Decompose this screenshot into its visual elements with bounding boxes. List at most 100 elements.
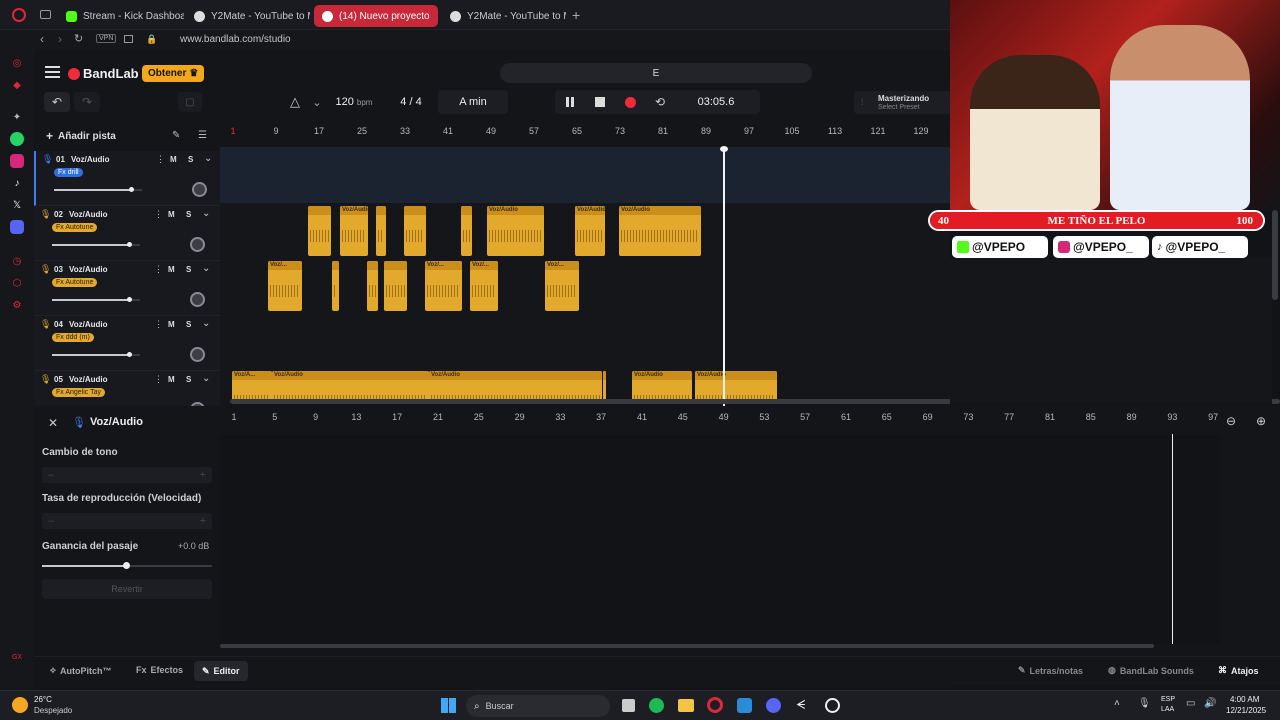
- chevron-down-icon[interactable]: ⌄: [204, 153, 212, 164]
- reload-icon[interactable]: ↻: [74, 32, 83, 45]
- time-signature-field[interactable]: 4 / 4: [384, 96, 438, 108]
- close-icon[interactable]: ✕: [48, 416, 58, 430]
- track-name[interactable]: Voz/Audio: [69, 210, 108, 219]
- mixer-icon[interactable]: ☰: [198, 130, 207, 141]
- track-fx-badge[interactable]: Fx Angelic Tay: [52, 388, 106, 397]
- metronome-icon[interactable]: △: [280, 90, 310, 114]
- obs-icon[interactable]: [825, 698, 840, 713]
- audio-clip[interactable]: [332, 261, 339, 311]
- gain-slider-thumb[interactable]: [123, 562, 130, 569]
- solo-button[interactable]: S: [186, 375, 191, 384]
- pause-button[interactable]: [555, 90, 585, 114]
- plus-icon[interactable]: +: [200, 469, 206, 481]
- weather-icon[interactable]: [12, 697, 28, 713]
- mute-button[interactable]: M: [168, 320, 175, 329]
- project-title-field[interactable]: E: [500, 63, 812, 83]
- menu-icon[interactable]: [45, 66, 60, 78]
- track-header[interactable]: 🎙 01 Voz/Audio Fx drill ⋮ M S ⌄: [34, 151, 220, 206]
- solo-button[interactable]: S: [188, 155, 193, 164]
- volume-slider-thumb[interactable]: [127, 242, 133, 247]
- chevron-down-icon[interactable]: ⌄: [202, 208, 210, 219]
- network-icon[interactable]: ▭: [1186, 698, 1195, 709]
- bandlab-logo[interactable]: BandLab: [68, 66, 139, 81]
- track-name[interactable]: Voz/Audio: [71, 155, 110, 164]
- zoom-in-icon[interactable]: ⊕: [1256, 414, 1266, 428]
- audio-clip[interactable]: [461, 206, 472, 256]
- minus-icon[interactable]: –: [48, 469, 54, 481]
- volume-icon[interactable]: 🔊: [1204, 698, 1216, 709]
- tray-chevron-icon[interactable]: ˄: [1114, 698, 1120, 709]
- editor-tab[interactable]: ✎ Editor: [194, 661, 248, 681]
- editor-ruler[interactable]: 1 5 9 13 17 21 25 29 33 37 41 45 49 53 57 61 65 69 73 77 81 8…: [220, 410, 1220, 430]
- pan-knob[interactable]: [190, 237, 205, 252]
- volume-slider-thumb[interactable]: [127, 297, 133, 302]
- windows-start-icon[interactable]: [441, 698, 456, 713]
- volume-slider-thumb[interactable]: [127, 352, 133, 357]
- folder-icon[interactable]: [678, 699, 694, 712]
- track-fx-badge[interactable]: Fx drill: [54, 168, 83, 177]
- discord-icon[interactable]: [10, 220, 24, 234]
- pencil-icon[interactable]: ✎: [172, 130, 180, 141]
- audio-clip[interactable]: Voz/...: [545, 261, 579, 311]
- chevron-down-icon[interactable]: ⌄: [202, 263, 210, 274]
- solo-button[interactable]: S: [186, 210, 191, 219]
- plus-icon[interactable]: +: [200, 515, 206, 527]
- chevron-down-icon[interactable]: ⌄: [202, 373, 210, 384]
- track-header[interactable]: 🎙 02 Voz/Audio Fx Autotune ⋮ M S ⌄: [34, 206, 220, 261]
- tab-y2mate-2[interactable]: Y2Mate - YouTube to MP...: [442, 5, 566, 27]
- editor-waveform-area[interactable]: [220, 434, 1220, 644]
- mute-button[interactable]: M: [168, 375, 175, 384]
- playhead-handle[interactable]: [720, 146, 728, 152]
- track-name[interactable]: Voz/Audio: [69, 320, 108, 329]
- new-tab-icon[interactable]: +: [572, 7, 580, 23]
- get-button[interactable]: Obtener ♛: [142, 65, 205, 82]
- more-options-icon[interactable]: ⋮: [156, 154, 165, 165]
- discord-taskbar-icon[interactable]: [766, 698, 781, 713]
- settings-icon[interactable]: ✦: [10, 110, 24, 124]
- track-fx-badge[interactable]: Fx Autotune: [52, 223, 98, 232]
- playhead[interactable]: [723, 148, 725, 406]
- audio-clip[interactable]: Voz/Audio: [575, 206, 605, 256]
- audio-clip[interactable]: Voz/Audio: [340, 206, 368, 256]
- page-scrollbar[interactable]: [1272, 210, 1278, 300]
- opera-logo-icon[interactable]: [12, 8, 26, 22]
- language-code[interactable]: ESP: [1161, 696, 1175, 703]
- lyrics-tab[interactable]: ✎ Letras/notas: [1018, 665, 1083, 676]
- mastering-button[interactable]: ⫶ Masterizando Select Preset: [854, 91, 950, 114]
- timeline-ruler[interactable]: 1 9 17 25 33 41 49 57 65 73 81 89 97 105 113 121 129: [220, 122, 950, 148]
- volume-slider-thumb[interactable]: [129, 187, 135, 192]
- more-options-icon[interactable]: ⋮: [154, 319, 163, 330]
- track-fx-badge[interactable]: Fx ddd (m): [52, 333, 94, 342]
- track-lanes[interactable]: Voz/AudioVoz/AudioVoz/AudioVoz/AudioVoz/…: [220, 148, 950, 404]
- redo-button[interactable]: ↷: [74, 92, 100, 112]
- whatsapp-icon[interactable]: [10, 132, 24, 146]
- instagram-icon[interactable]: [10, 154, 24, 168]
- audio-clip[interactable]: [376, 206, 386, 256]
- gear-icon[interactable]: ⚙: [10, 298, 24, 312]
- audio-clip[interactable]: Voz/Audio: [487, 206, 544, 256]
- rate-stepper[interactable]: – +: [42, 513, 212, 529]
- track-name[interactable]: Voz/Audio: [69, 375, 108, 384]
- capcut-icon[interactable]: ᗕ: [796, 697, 805, 713]
- effects-tab[interactable]: Fx Efectos: [136, 665, 183, 675]
- editor-scrollbar[interactable]: [220, 644, 1154, 648]
- audio-clip[interactable]: [384, 261, 407, 311]
- record-button[interactable]: [615, 90, 645, 114]
- pan-knob[interactable]: [190, 347, 205, 362]
- tab-nuevo-proyecto[interactable]: (14) Nuevo proyecto: [314, 5, 438, 27]
- track-fx-badge[interactable]: Fx Autotune: [52, 278, 98, 287]
- mute-button[interactable]: M: [168, 210, 175, 219]
- screenshot-icon[interactable]: [124, 35, 133, 43]
- shortcuts-tab[interactable]: ⌘ Atajos: [1218, 665, 1259, 676]
- aria-icon[interactable]: ◎: [10, 56, 24, 70]
- mute-button[interactable]: M: [168, 265, 175, 274]
- more-options-icon[interactable]: ⋮: [154, 264, 163, 275]
- audio-clip[interactable]: Voz/Audio: [619, 206, 701, 256]
- metronome-panel-button[interactable]: ▢: [178, 92, 202, 112]
- audio-clip[interactable]: [367, 261, 378, 311]
- audio-clip[interactable]: Voz/...: [425, 261, 462, 311]
- back-icon[interactable]: ‹: [40, 32, 44, 46]
- url-field[interactable]: www.bandlab.com/studio: [180, 34, 291, 45]
- cube-icon[interactable]: ⬡: [10, 276, 24, 290]
- track-header[interactable]: 🎙 04 Voz/Audio Fx ddd (m) ⋮ M S ⌄: [34, 316, 220, 371]
